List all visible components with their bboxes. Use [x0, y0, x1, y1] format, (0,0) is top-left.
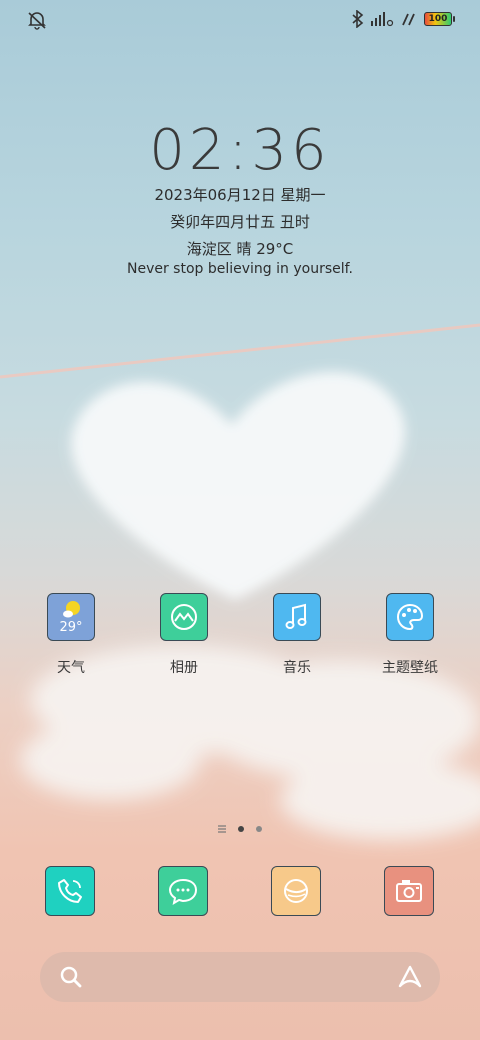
browser-icon	[271, 866, 321, 916]
app-label: 天气	[57, 660, 85, 676]
app-label: 音乐	[283, 660, 311, 676]
status-bar: 100	[0, 8, 480, 32]
phone-icon	[45, 866, 95, 916]
page-indicator[interactable]	[0, 825, 480, 833]
lunar-date-text: 癸卯年四月廿五 丑时	[170, 213, 310, 231]
dock-messages[interactable]	[133, 866, 233, 916]
mute-vibrate-icon	[28, 12, 46, 30]
music-icon	[273, 593, 321, 641]
clock[interactable]: 02:36	[0, 118, 480, 183]
app-themes[interactable]: 主题壁纸	[360, 593, 460, 677]
search-bar[interactable]	[40, 952, 440, 1002]
bluetooth-icon	[352, 10, 364, 28]
data-icon	[402, 13, 415, 26]
dock-phone[interactable]	[20, 866, 120, 916]
signal-icon	[371, 12, 394, 27]
battery-icon: 100	[424, 12, 455, 26]
camera-icon	[384, 866, 434, 916]
app-music[interactable]: 音乐	[247, 593, 347, 677]
menu-lines-icon	[218, 825, 226, 833]
dock-browser[interactable]	[246, 866, 346, 916]
voice-assistant-icon[interactable]	[396, 964, 424, 990]
dock-camera[interactable]	[359, 866, 459, 916]
app-label: 相册	[170, 660, 198, 676]
palette-icon	[386, 593, 434, 641]
weather-icon: 29°	[47, 593, 95, 641]
page-dot	[256, 826, 262, 832]
date-text: 2023年06月12日 星期一	[154, 186, 326, 204]
weather-temp-badge: 29°	[59, 620, 83, 635]
gallery-icon	[160, 593, 208, 641]
messages-icon	[158, 866, 208, 916]
page-dot-active	[238, 826, 244, 832]
motto-text: Never stop believing in yourself.	[126, 261, 353, 277]
app-weather[interactable]: 29° 天气	[21, 593, 121, 677]
app-label: 主题壁纸	[382, 660, 438, 676]
search-icon	[60, 966, 82, 988]
app-gallery[interactable]: 相册	[134, 593, 234, 677]
weather-text[interactable]: 海淀区 晴 29°C	[0, 238, 480, 259]
